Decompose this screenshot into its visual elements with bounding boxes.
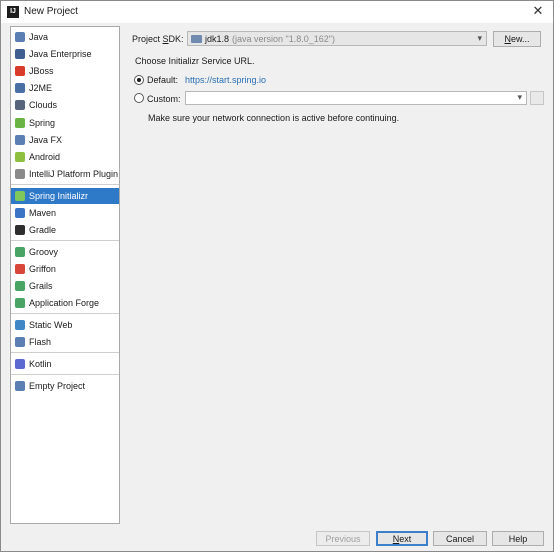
sidebar-item[interactable]: Java Enterprise <box>11 46 119 62</box>
flash-folder-icon <box>15 337 25 347</box>
griffon-icon <box>15 264 25 274</box>
sidebar-item-label: Grails <box>29 281 53 291</box>
kotlin-icon <box>15 359 25 369</box>
sidebar-item[interactable]: Java FX <box>11 132 119 148</box>
java-enterprise-icon <box>15 49 25 59</box>
gradle-icon <box>15 225 25 235</box>
sidebar-item-label: Griffon <box>29 264 56 274</box>
sidebar-item[interactable]: Maven <box>11 205 119 221</box>
help-button[interactable]: Help <box>492 531 544 546</box>
sidebar-item-label: Spring Initializr <box>29 191 89 201</box>
new-project-dialog: IJ New Project ✕ Java Java Enterprise JBos… <box>0 0 554 552</box>
default-label: Default: <box>147 75 179 85</box>
custom-radio[interactable] <box>134 93 144 103</box>
sidebar-item-label: Android <box>29 152 61 162</box>
sidebar-item-label: Application Forge <box>29 298 100 308</box>
java-folder-icon <box>15 32 25 42</box>
sidebar-item[interactable]: JBoss <box>11 63 119 79</box>
sidebar-item[interactable]: Kotlin <box>11 356 119 372</box>
grails-icon <box>15 281 25 291</box>
plugin-icon <box>15 169 25 179</box>
choose-url-label: Choose Initializr Service URL. <box>135 56 255 66</box>
network-note: Make sure your network connection is act… <box>148 113 400 123</box>
sidebar-item[interactable]: Grails <box>11 278 119 294</box>
sidebar-item-label: Maven <box>29 208 57 218</box>
sidebar-item[interactable]: Griffon <box>11 261 119 277</box>
sidebar-item-label: Empty Project <box>29 381 86 391</box>
title-bar: IJ New Project ✕ <box>1 1 553 23</box>
custom-url-combobox[interactable]: ▾ <box>185 91 527 105</box>
sidebar-item[interactable]: Gradle <box>11 222 119 238</box>
sdk-folder-icon <box>191 34 202 43</box>
empty-project-icon <box>15 381 25 391</box>
spring-leaf-icon <box>15 118 25 128</box>
sidebar-item[interactable]: IntelliJ Platform Plugin <box>11 166 119 182</box>
static-web-icon <box>15 320 25 330</box>
sidebar-item-label: Groovy <box>29 247 59 257</box>
project-type-list: Java Java Enterprise JBoss J2ME Clouds Spring… <box>10 26 120 524</box>
sidebar-item[interactable]: Groovy <box>11 244 119 260</box>
sidebar-item-label: Gradle <box>29 225 57 235</box>
sidebar-item[interactable]: Static Web <box>11 317 119 333</box>
sidebar-item-label: Java <box>29 32 49 42</box>
android-icon <box>15 152 25 162</box>
previous-button[interactable]: Previous <box>316 531 370 546</box>
next-button[interactable]: Next <box>376 531 428 546</box>
sidebar-item[interactable]: Empty Project <box>11 378 119 394</box>
sdk-version: (java version "1.8.0_162") <box>232 33 335 44</box>
sidebar-item-label: Spring <box>29 118 56 128</box>
sidebar-item[interactable]: Spring <box>11 115 119 131</box>
project-sdk-dropdown[interactable]: jdk1.8 (java version "1.8.0_162") ▾ <box>187 31 487 46</box>
sidebar-separator <box>11 184 119 185</box>
intellij-app-icon: IJ <box>7 6 19 18</box>
jboss-icon <box>15 66 25 76</box>
sidebar-item[interactable]: Java <box>11 29 119 45</box>
sidebar-item-label: Flash <box>29 337 52 347</box>
sidebar-item-label: Clouds <box>29 100 58 110</box>
project-sdk-label: Project SDK: <box>132 34 184 44</box>
sidebar-item[interactable]: Clouds <box>11 97 119 113</box>
sidebar-item-label: IntelliJ Platform Plugin <box>29 169 119 179</box>
chevron-down-icon: ▾ <box>517 92 522 102</box>
javafx-folder-icon <box>15 135 25 145</box>
window-title: New Project <box>24 6 78 17</box>
new-sdk-button[interactable]: New... <box>493 31 541 47</box>
maven-icon <box>15 208 25 218</box>
clouds-icon <box>15 100 25 110</box>
application-forge-icon <box>15 298 25 308</box>
groovy-icon <box>15 247 25 257</box>
sidebar-separator <box>11 374 119 375</box>
close-icon[interactable]: ✕ <box>531 4 545 18</box>
sidebar-item[interactable]: Application Forge <box>11 295 119 311</box>
sidebar-item-label: J2ME <box>29 83 53 93</box>
chevron-down-icon: ▾ <box>477 33 482 43</box>
sidebar-item[interactable]: Spring Initializr <box>11 188 119 204</box>
sdk-name: jdk1.8 <box>205 33 230 44</box>
sidebar-item-label: Static Web <box>29 320 73 330</box>
default-url-link[interactable]: https://start.spring.io <box>185 75 266 85</box>
sidebar-item-label: JBoss <box>29 66 54 76</box>
custom-label: Custom: <box>147 94 181 104</box>
sidebar-item[interactable]: Flash <box>11 334 119 350</box>
sidebar-separator <box>11 240 119 241</box>
sidebar-item[interactable]: Android <box>11 149 119 165</box>
sidebar-item[interactable]: J2ME <box>11 80 119 96</box>
spring-initializr-icon <box>15 191 25 201</box>
sidebar-item-label: Java Enterprise <box>29 49 92 59</box>
sidebar-item-label: Kotlin <box>29 359 52 369</box>
sidebar-separator <box>11 313 119 314</box>
j2me-icon <box>15 83 25 93</box>
default-radio[interactable] <box>134 75 144 85</box>
custom-url-browse-button[interactable] <box>530 91 544 105</box>
cancel-button[interactable]: Cancel <box>433 531 487 546</box>
sidebar-item-label: Java FX <box>29 135 63 145</box>
sidebar-separator <box>11 352 119 353</box>
